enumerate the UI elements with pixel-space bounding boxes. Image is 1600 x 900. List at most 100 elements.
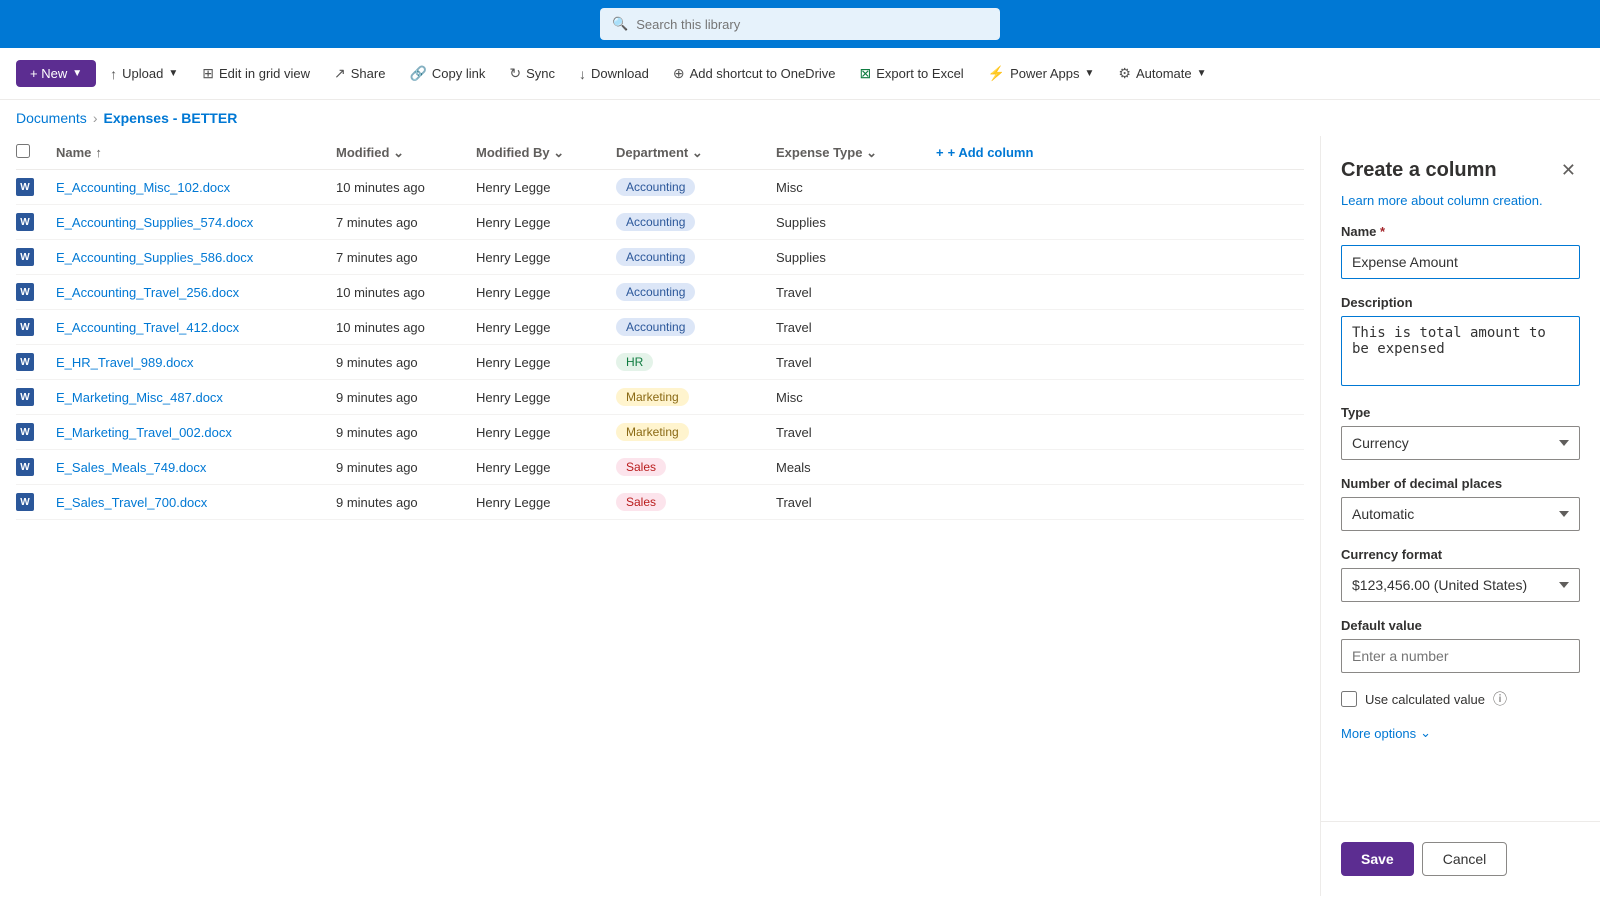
file-name[interactable]: E_Sales_Travel_700.docx — [56, 495, 336, 510]
add-shortcut-button[interactable]: ⊕ Add shortcut to OneDrive — [663, 59, 846, 88]
select-all-checkbox[interactable] — [16, 144, 30, 158]
table-row: W E_Accounting_Supplies_586.docx 7 minut… — [16, 240, 1304, 275]
search-input[interactable] — [636, 17, 988, 32]
file-name[interactable]: E_Accounting_Travel_412.docx — [56, 320, 336, 335]
chevron-down-icon: ▼ — [168, 68, 178, 79]
decimal-field-group: Number of decimal places Automatic 0 1 2… — [1341, 476, 1580, 531]
department-cell: Sales — [616, 458, 776, 476]
modified-time: 10 minutes ago — [336, 285, 476, 300]
word-icon: W — [16, 318, 34, 336]
word-icon: W — [16, 353, 34, 371]
row-checkbox: W — [16, 248, 56, 266]
description-textarea[interactable]: This is total amount to be expensed — [1341, 316, 1580, 386]
info-icon[interactable]: ⓘ — [1493, 689, 1507, 709]
table-row: W E_Accounting_Supplies_574.docx 7 minut… — [16, 205, 1304, 240]
col-header-name[interactable]: Name ↑ — [56, 145, 336, 160]
word-icon: W — [16, 248, 34, 266]
modified-time: 10 minutes ago — [336, 320, 476, 335]
chevron-down-icon: ▼ — [72, 68, 82, 79]
panel-footer: Save Cancel — [1321, 821, 1600, 896]
calculated-value-checkbox[interactable] — [1341, 691, 1357, 707]
modified-by: Henry Legge — [476, 390, 616, 405]
breadcrumb-separator: › — [93, 110, 98, 126]
file-list: Name ↑ Modified ⌄ Modified By ⌄ Departme… — [0, 136, 1320, 896]
close-panel-button[interactable]: ✕ — [1557, 156, 1580, 185]
file-name[interactable]: E_HR_Travel_989.docx — [56, 355, 336, 370]
department-badge: Accounting — [616, 283, 695, 301]
file-name[interactable]: E_Accounting_Supplies_586.docx — [56, 250, 336, 265]
table-row: W E_Sales_Meals_749.docx 9 minutes ago H… — [16, 450, 1304, 485]
col-header-expense-type[interactable]: Expense Type ⌄ — [776, 145, 936, 161]
add-column-button[interactable]: + + Add column — [936, 145, 1056, 160]
cancel-button[interactable]: Cancel — [1422, 842, 1508, 876]
modified-time: 7 minutes ago — [336, 215, 476, 230]
default-value-input[interactable] — [1341, 639, 1580, 673]
top-bar: 🔍 — [0, 0, 1600, 48]
modified-by: Henry Legge — [476, 495, 616, 510]
sync-button[interactable]: ↻ Sync — [499, 59, 565, 88]
file-name[interactable]: E_Accounting_Travel_256.docx — [56, 285, 336, 300]
file-name[interactable]: E_Sales_Meals_749.docx — [56, 460, 336, 475]
col-header-modified[interactable]: Modified ⌄ — [336, 145, 476, 161]
expense-type-cell: Travel — [776, 355, 936, 370]
table-row: W E_Accounting_Travel_412.docx 10 minute… — [16, 310, 1304, 345]
type-select[interactable]: Currency Single line of text Number Date… — [1341, 426, 1580, 460]
department-badge: Sales — [616, 458, 666, 476]
file-rows: W E_Accounting_Misc_102.docx 10 minutes … — [16, 170, 1304, 520]
calculated-value-label: Use calculated value — [1365, 692, 1485, 707]
description-field-group: Description This is total amount to be e… — [1341, 295, 1580, 389]
expense-type-cell: Travel — [776, 495, 936, 510]
modified-time: 7 minutes ago — [336, 250, 476, 265]
department-cell: Accounting — [616, 178, 776, 196]
file-name[interactable]: E_Accounting_Misc_102.docx — [56, 180, 336, 195]
name-input[interactable] — [1341, 245, 1580, 279]
department-badge: Sales — [616, 493, 666, 511]
expense-type-cell: Travel — [776, 285, 936, 300]
col-header-department[interactable]: Department ⌄ — [616, 145, 776, 161]
save-button[interactable]: Save — [1341, 842, 1414, 876]
table-header: Name ↑ Modified ⌄ Modified By ⌄ Departme… — [16, 136, 1304, 170]
decimal-select[interactable]: Automatic 0 1 2 3 4 5 — [1341, 497, 1580, 531]
department-cell: Sales — [616, 493, 776, 511]
file-type-icon: W — [16, 178, 56, 196]
file-name[interactable]: E_Marketing_Travel_002.docx — [56, 425, 336, 440]
table-row: W E_Marketing_Travel_002.docx 9 minutes … — [16, 415, 1304, 450]
department-badge: Marketing — [616, 388, 689, 406]
file-type-icon: W — [16, 248, 56, 266]
row-checkbox: W — [16, 318, 56, 336]
calculated-value-row: Use calculated value ⓘ — [1341, 689, 1580, 709]
department-badge: Accounting — [616, 318, 695, 336]
word-icon: W — [16, 213, 34, 231]
row-checkbox: W — [16, 178, 56, 196]
word-icon: W — [16, 458, 34, 476]
copy-link-button[interactable]: 🔗 Copy link — [399, 59, 495, 88]
share-button[interactable]: ↗ Share — [324, 59, 395, 88]
upload-button[interactable]: ↑ Upload ▼ — [100, 60, 188, 88]
modified-time: 9 minutes ago — [336, 355, 476, 370]
automate-button[interactable]: ⚙ Automate ▼ — [1108, 59, 1216, 88]
search-box[interactable]: 🔍 — [600, 8, 1000, 40]
department-cell: HR — [616, 353, 776, 371]
modified-time: 9 minutes ago — [336, 425, 476, 440]
row-checkbox: W — [16, 213, 56, 231]
modified-time: 9 minutes ago — [336, 495, 476, 510]
new-button[interactable]: + New ▼ — [16, 60, 96, 87]
more-options-button[interactable]: More options ⌄ — [1341, 725, 1431, 741]
default-value-field-group: Default value — [1341, 618, 1580, 673]
description-label: Description — [1341, 295, 1580, 310]
col-header-modified-by[interactable]: Modified By ⌄ — [476, 145, 616, 161]
download-button[interactable]: ↓ Download — [569, 60, 659, 88]
file-name[interactable]: E_Accounting_Supplies_574.docx — [56, 215, 336, 230]
file-type-icon: W — [16, 353, 56, 371]
export-excel-button[interactable]: ⊠ Export to Excel — [850, 59, 974, 88]
power-apps-button[interactable]: ⚡ Power Apps ▼ — [978, 59, 1105, 88]
chevron-down-icon: ▼ — [1085, 68, 1095, 79]
edit-grid-button[interactable]: ⊞ Edit in grid view — [192, 59, 320, 88]
word-icon: W — [16, 388, 34, 406]
learn-more-link[interactable]: Learn more about column creation. — [1321, 193, 1600, 224]
file-name[interactable]: E_Marketing_Misc_487.docx — [56, 390, 336, 405]
currency-format-select[interactable]: $123,456.00 (United States) — [1341, 568, 1580, 602]
power-apps-icon: ⚡ — [988, 65, 1005, 82]
breadcrumb-parent[interactable]: Documents — [16, 110, 87, 126]
table-row: W E_Accounting_Misc_102.docx 10 minutes … — [16, 170, 1304, 205]
